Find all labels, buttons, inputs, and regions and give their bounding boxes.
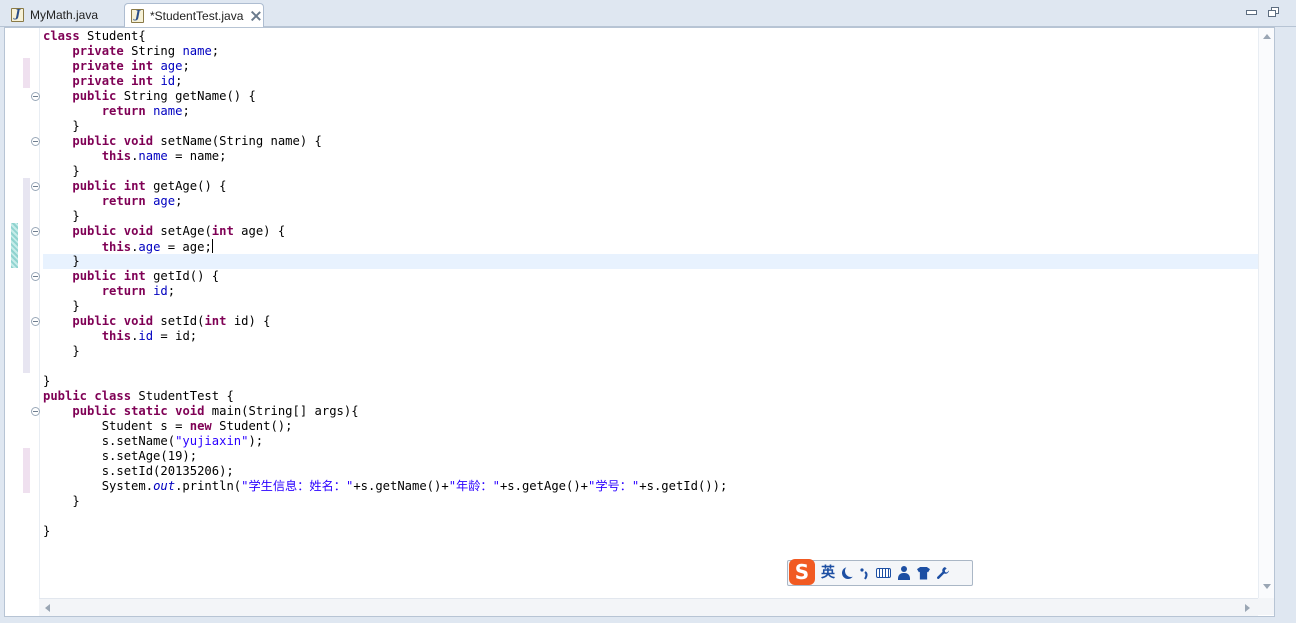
code-line[interactable]: public int getAge() { bbox=[43, 179, 1258, 194]
close-tab-icon[interactable] bbox=[250, 10, 262, 22]
code-line[interactable] bbox=[43, 359, 1258, 374]
code-line[interactable]: class Student{ bbox=[43, 29, 1258, 44]
horizontal-scrollbar[interactable] bbox=[39, 598, 1258, 616]
code-line[interactable] bbox=[43, 509, 1258, 524]
code-line[interactable]: public class StudentTest { bbox=[43, 389, 1258, 404]
code-line[interactable]: } bbox=[43, 254, 1258, 269]
scrollbar-corner bbox=[1258, 598, 1274, 615]
code-line[interactable]: s.setName("yujiaxin"); bbox=[43, 434, 1258, 449]
editor-tab-bar: J MyMath.java J *StudentTest.java bbox=[0, 0, 1296, 27]
editor-gutter bbox=[5, 28, 40, 598]
sogou-logo-icon[interactable]: S bbox=[789, 559, 815, 585]
quick-diff-marker bbox=[23, 268, 30, 373]
ime-toolbar[interactable]: S 英 bbox=[787, 559, 973, 586]
user-icon[interactable] bbox=[898, 566, 911, 580]
code-line[interactable]: System.out.println("学生信息：姓名："+s.getName(… bbox=[43, 479, 1258, 494]
fold-toggle-icon[interactable] bbox=[31, 272, 40, 281]
fold-toggle-icon[interactable] bbox=[31, 137, 40, 146]
code-line[interactable]: this.id = id; bbox=[43, 329, 1258, 344]
tab-label: *StudentTest.java bbox=[150, 8, 244, 23]
code-line[interactable]: public static void main(String[] args){ bbox=[43, 404, 1258, 419]
scroll-left-icon[interactable] bbox=[45, 604, 50, 612]
code-line[interactable]: } bbox=[43, 119, 1258, 134]
restore-icon[interactable] bbox=[1268, 7, 1280, 17]
fold-toggle-icon[interactable] bbox=[31, 227, 40, 236]
code-editor[interactable]: class Student{ private String name; priv… bbox=[4, 27, 1275, 617]
code-line[interactable]: } bbox=[43, 494, 1258, 509]
keyboard-icon[interactable] bbox=[876, 568, 891, 578]
ime-mode-toggle[interactable]: 英 bbox=[821, 563, 835, 583]
code-line[interactable]: private int id; bbox=[43, 74, 1258, 89]
change-marker bbox=[11, 223, 18, 268]
quick-diff-marker bbox=[23, 58, 30, 88]
code-line[interactable]: this.age = age; bbox=[43, 239, 1258, 254]
fold-toggle-icon[interactable] bbox=[31, 92, 40, 101]
code-line[interactable]: s.setAge(19); bbox=[43, 449, 1258, 464]
code-line[interactable]: public String getName() { bbox=[43, 89, 1258, 104]
code-line[interactable]: public void setId(int id) { bbox=[43, 314, 1258, 329]
vertical-scrollbar[interactable] bbox=[1258, 28, 1274, 598]
code-line[interactable]: public void setName(String name) { bbox=[43, 134, 1258, 149]
code-line[interactable]: public int getId() { bbox=[43, 269, 1258, 284]
fold-toggle-icon[interactable] bbox=[31, 317, 40, 326]
code-line[interactable]: s.setId(20135206); bbox=[43, 464, 1258, 479]
java-file-icon: J bbox=[131, 8, 144, 23]
punctuation-icon[interactable] bbox=[859, 566, 869, 580]
code-line[interactable]: return age; bbox=[43, 194, 1258, 209]
scroll-up-icon[interactable] bbox=[1263, 34, 1271, 39]
code-line[interactable]: } bbox=[43, 374, 1258, 389]
fold-toggle-icon[interactable] bbox=[31, 182, 40, 191]
code-line[interactable]: } bbox=[43, 344, 1258, 359]
quick-diff-marker bbox=[23, 223, 30, 268]
code-line[interactable]: } bbox=[43, 524, 1258, 539]
code-line[interactable]: return name; bbox=[43, 104, 1258, 119]
moon-icon[interactable] bbox=[845, 565, 857, 577]
tab-studenttest[interactable]: J *StudentTest.java bbox=[124, 3, 264, 27]
scroll-right-icon[interactable] bbox=[1245, 604, 1250, 612]
quick-diff-marker bbox=[23, 448, 30, 493]
text-caret bbox=[211, 239, 213, 253]
tab-mymath[interactable]: J MyMath.java bbox=[4, 3, 122, 26]
wrench-icon[interactable] bbox=[936, 566, 950, 580]
java-file-icon: J bbox=[11, 7, 24, 22]
code-line[interactable]: } bbox=[43, 209, 1258, 224]
code-line[interactable]: public void setAge(int age) { bbox=[43, 224, 1258, 239]
code-line[interactable]: } bbox=[43, 164, 1258, 179]
code-line[interactable]: private int age; bbox=[43, 59, 1258, 74]
code-line[interactable]: Student s = new Student(); bbox=[43, 419, 1258, 434]
minimize-icon[interactable] bbox=[1245, 7, 1257, 17]
skin-icon[interactable] bbox=[917, 566, 930, 580]
scroll-down-icon[interactable] bbox=[1263, 584, 1271, 589]
code-line[interactable]: return id; bbox=[43, 284, 1258, 299]
quick-diff-marker bbox=[23, 178, 30, 223]
code-line[interactable]: } bbox=[43, 299, 1258, 314]
tab-label: MyMath.java bbox=[30, 7, 99, 22]
code-line[interactable]: this.name = name; bbox=[43, 149, 1258, 164]
fold-toggle-icon[interactable] bbox=[31, 407, 40, 416]
code-line[interactable]: private String name; bbox=[43, 44, 1258, 59]
